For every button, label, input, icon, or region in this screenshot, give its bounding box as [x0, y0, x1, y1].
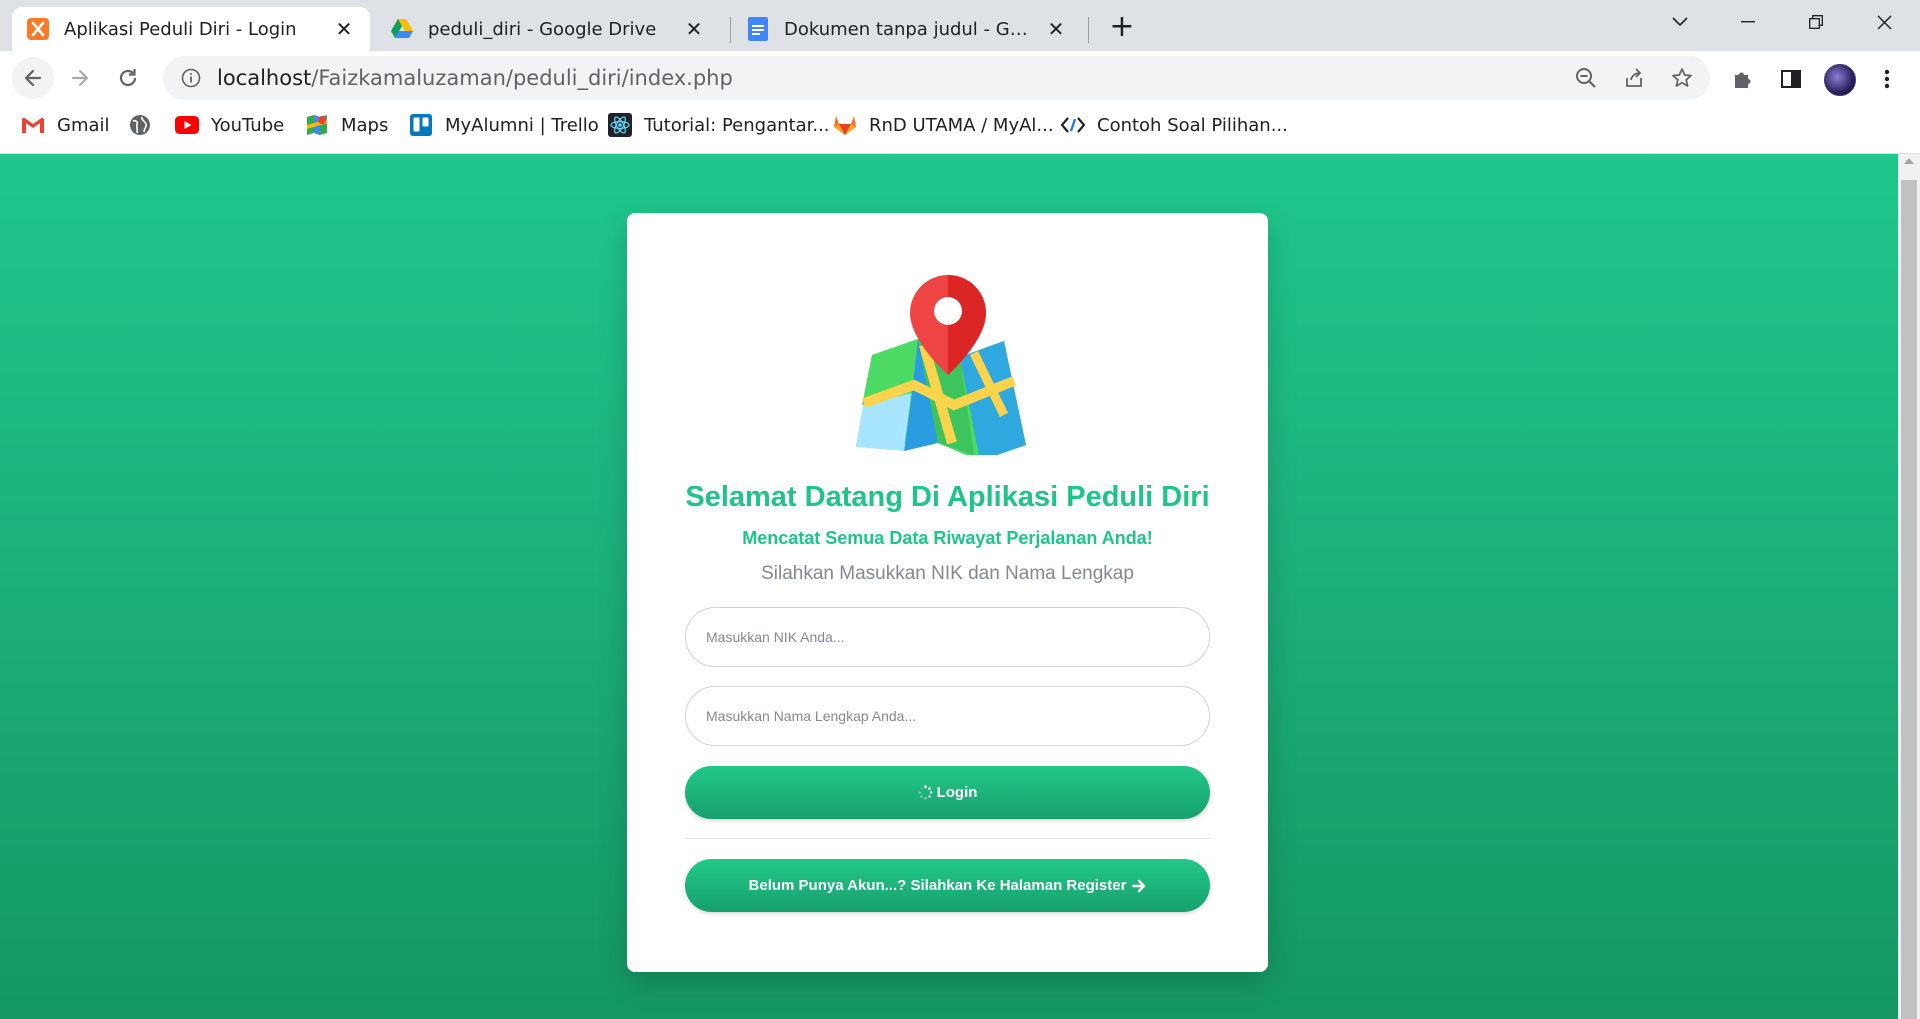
trello-icon	[409, 113, 433, 137]
back-button[interactable]	[12, 57, 54, 99]
divider	[685, 838, 1210, 839]
register-button-label: Belum Punya Akun...? Silahkan Ke Halaman…	[748, 877, 1127, 894]
bookmark-maps[interactable]: Maps	[305, 106, 388, 144]
address-bar[interactable]: localhost/Faizkamaluzaman/peduli_diri/in…	[163, 56, 1710, 100]
bookmark-label: Gmail	[57, 114, 110, 136]
scrollbar-thumb[interactable]	[1901, 180, 1917, 1019]
tab-title: peduli_diri - Google Drive	[428, 18, 657, 40]
tab-separator	[730, 17, 731, 43]
register-button[interactable]: Belum Punya Akun...? Silahkan Ke Halaman…	[685, 859, 1210, 912]
maps-icon	[305, 113, 329, 137]
login-button-label: Login	[936, 784, 978, 801]
tab-strip: Aplikasi Peduli Diri - Login ✕ peduli_di…	[0, 0, 1920, 51]
forward-button[interactable]	[59, 57, 101, 99]
spinner-icon	[918, 785, 933, 800]
tab-google-drive[interactable]: peduli_diri - Google Drive ✕	[376, 7, 720, 51]
page-subtitle: Mencatat Semua Data Riwayat Perjalanan A…	[742, 528, 1153, 548]
scroll-up-icon[interactable]	[1904, 158, 1914, 164]
close-window-icon[interactable]	[1862, 8, 1906, 36]
address-url: localhost/Faizkamaluzaman/peduli_diri/in…	[217, 66, 733, 90]
new-tab-icon[interactable]: +	[1106, 9, 1138, 44]
browser-toolbar: localhost/Faizkamaluzaman/peduli_diri/in…	[0, 51, 1920, 106]
url-path: /Faizkamaluzaman/peduli_diri/index.php	[311, 66, 733, 90]
close-tab-icon[interactable]: ✕	[682, 17, 706, 41]
tab-title: Aplikasi Peduli Diri - Login	[64, 18, 297, 40]
bookmark-globe[interactable]	[128, 106, 164, 144]
code-icon	[1061, 113, 1085, 137]
gitlab-icon	[833, 113, 857, 137]
login-card: Selamat Datang Di Aplikasi Peduli Diri M…	[627, 213, 1268, 972]
restore-icon[interactable]	[1794, 8, 1838, 36]
bookmark-label: MyAlumni | Trello	[445, 114, 599, 136]
bookmarks-bar: Gmail YouTube Maps MyAlumni | Trello Tut…	[0, 106, 1920, 154]
tab-separator	[1088, 17, 1089, 43]
extensions-icon[interactable]	[1730, 66, 1756, 92]
more-menu-icon[interactable]	[1874, 66, 1900, 92]
reload-button[interactable]	[107, 57, 149, 99]
gmail-icon	[21, 113, 45, 137]
zoom-out-icon[interactable]	[1574, 66, 1598, 90]
close-tab-icon[interactable]: ✕	[1044, 17, 1068, 41]
share-icon[interactable]	[1622, 66, 1646, 90]
close-tab-icon[interactable]: ✕	[332, 17, 356, 41]
login-hint: Silahkan Masukkan NIK dan Nama Lengkap	[761, 563, 1134, 584]
bookmark-gitlab[interactable]: RnD UTAMA / MyAl...	[833, 106, 1054, 144]
xampp-icon	[26, 17, 50, 41]
page-viewport: Selamat Datang Di Aplikasi Peduli Diri M…	[0, 154, 1898, 1019]
bookmark-star-icon[interactable]	[1670, 66, 1694, 90]
bookmark-tutorial[interactable]: Tutorial: Pengantar...	[608, 106, 830, 144]
react-icon	[608, 113, 632, 137]
bookmark-label: Contoh Soal Pilihan...	[1097, 114, 1288, 136]
url-host: localhost	[217, 66, 312, 90]
tab-aplikasi-peduli-diri[interactable]: Aplikasi Peduli Diri - Login ✕	[12, 7, 370, 51]
bookmark-gmail[interactable]: Gmail	[21, 106, 110, 144]
login-button[interactable]: Login	[685, 766, 1210, 819]
nik-input[interactable]	[685, 607, 1210, 667]
bookmark-contoh-soal[interactable]: Contoh Soal Pilihan...	[1061, 106, 1288, 144]
globe-icon	[128, 113, 152, 137]
tab-search-icon[interactable]	[1658, 8, 1702, 36]
arrow-right-icon	[1132, 879, 1146, 893]
bookmark-label: RnD UTAMA / MyAl...	[869, 114, 1054, 136]
bookmark-label: Maps	[341, 114, 389, 136]
full-name-input[interactable]	[685, 686, 1210, 746]
bookmark-label: Tutorial: Pengantar...	[644, 114, 830, 136]
side-panel-icon[interactable]	[1778, 66, 1804, 92]
map-pin-logo-icon	[856, 275, 1026, 455]
bookmark-label: YouTube	[211, 114, 285, 136]
page-title: Selamat Datang Di Aplikasi Peduli Diri	[685, 481, 1210, 513]
tab-title: Dokumen tanpa judul - Google Dokumen	[784, 18, 1036, 40]
bookmark-youtube[interactable]: YouTube	[175, 106, 284, 144]
google-drive-icon	[390, 17, 414, 41]
profile-avatar[interactable]	[1824, 64, 1856, 96]
minimize-icon[interactable]	[1726, 8, 1770, 36]
bookmark-trello[interactable]: MyAlumni | Trello	[409, 106, 599, 144]
site-info-icon[interactable]	[179, 66, 203, 90]
page-scrollbar[interactable]	[1898, 154, 1920, 1019]
tab-google-docs[interactable]: Dokumen tanpa judul - Google Dokumen ✕	[732, 7, 1082, 51]
google-docs-icon	[746, 17, 770, 41]
youtube-icon	[175, 113, 199, 137]
